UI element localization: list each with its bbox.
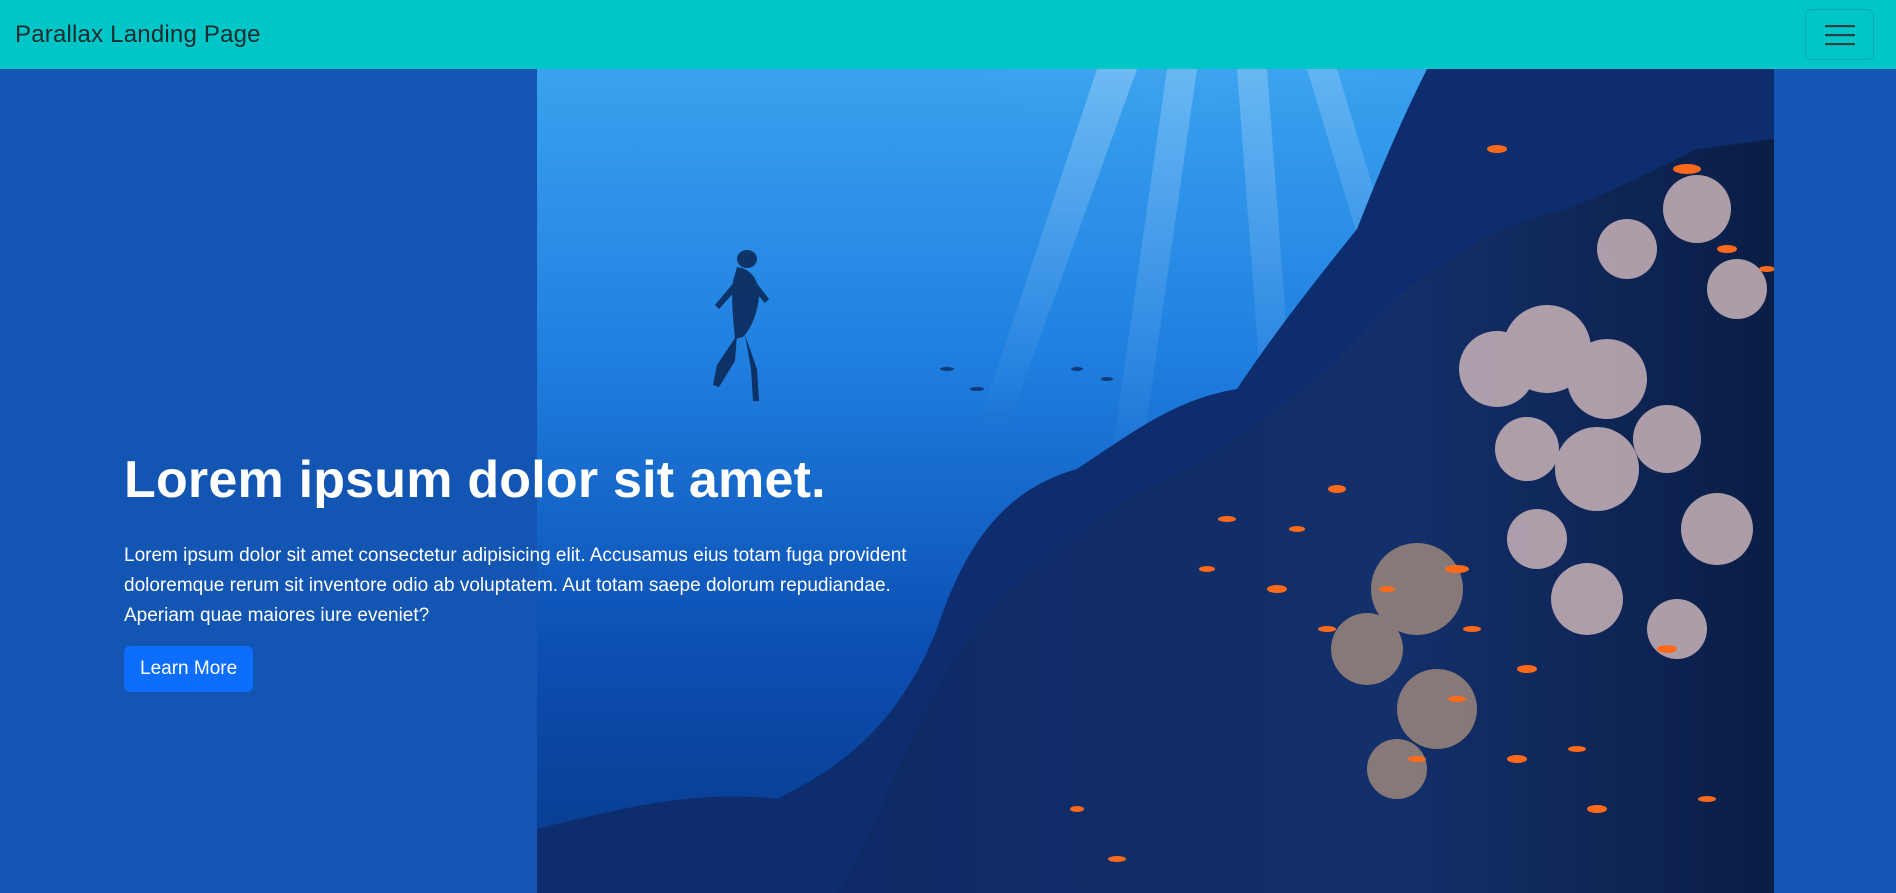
hero-content: Lorem ipsum dolor sit amet. Lorem ipsum …	[124, 449, 944, 693]
hamburger-menu-icon	[1824, 23, 1855, 47]
hero-section: Lorem ipsum dolor sit amet. Lorem ipsum …	[0, 69, 1896, 893]
hero-headline: Lorem ipsum dolor sit amet.	[124, 451, 826, 509]
learn-more-button[interactable]: Learn More	[124, 646, 254, 693]
hero-body-text: Lorem ipsum dolor sit amet consectetur a…	[124, 545, 907, 627]
navbar-toggle-button[interactable]	[1805, 9, 1874, 60]
top-navbar: Parallax Landing Page	[0, 0, 1896, 69]
navbar-brand[interactable]: Parallax Landing Page	[15, 21, 261, 49]
